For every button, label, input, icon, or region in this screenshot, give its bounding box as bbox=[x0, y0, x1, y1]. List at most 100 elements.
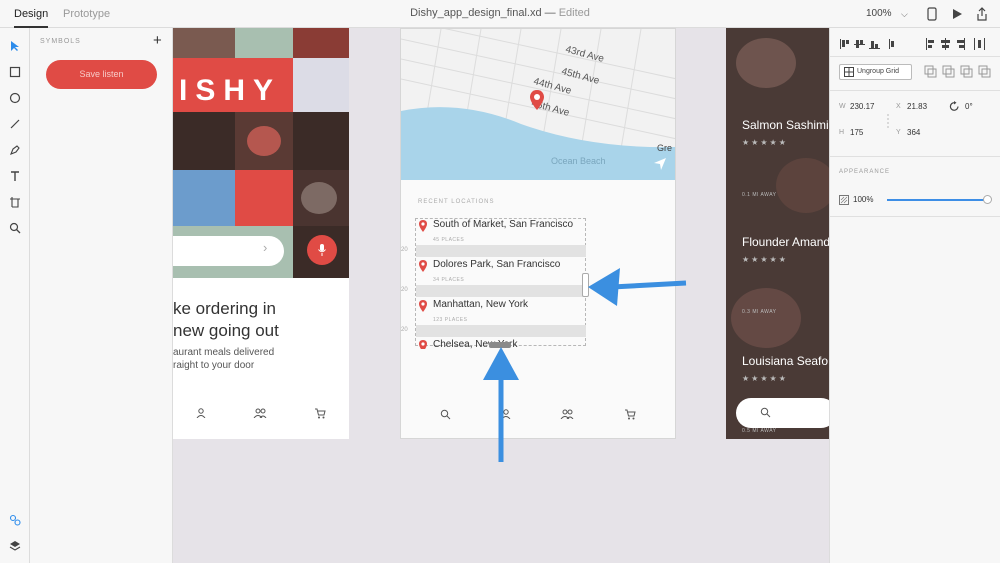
align-toolbar bbox=[839, 36, 915, 52]
row-resize-handle[interactable] bbox=[489, 342, 511, 348]
line-tool-icon[interactable] bbox=[7, 116, 23, 132]
rotate-icon bbox=[949, 101, 959, 111]
design-canvas[interactable]: ISHY › ke ordering in new going out aura… bbox=[173, 28, 829, 563]
star-rating: ★★★★★ bbox=[742, 255, 788, 264]
symbol-button-thumbnail[interactable]: Save listen bbox=[46, 60, 157, 89]
food-tile bbox=[293, 112, 349, 170]
gap-value: 20 bbox=[401, 327, 408, 333]
divider bbox=[830, 56, 1000, 57]
zoom-tool-icon[interactable] bbox=[7, 220, 23, 236]
map[interactable]: 43rd Ave 45th Ave 44th Ave 46th Ave Ocea… bbox=[401, 29, 675, 180]
opacity-slider-knob[interactable] bbox=[983, 195, 992, 204]
cart-icon[interactable] bbox=[314, 408, 326, 419]
opacity-value[interactable]: 100% bbox=[853, 195, 873, 204]
dish-name: Salmon Sashimi bbox=[742, 118, 829, 132]
width-label: W bbox=[839, 103, 846, 110]
search-field[interactable] bbox=[173, 236, 284, 266]
height-field[interactable]: 175 bbox=[850, 128, 863, 137]
dish-name: Louisiana Seafo bbox=[742, 354, 829, 368]
food-tile bbox=[235, 112, 293, 170]
bottom-nav bbox=[173, 403, 349, 423]
column-resize-handle[interactable] bbox=[582, 273, 589, 297]
artboard-locations[interactable]: 43rd Ave 45th Ave 44th Ave 46th Ave Ocea… bbox=[400, 28, 676, 439]
tool-bar bbox=[0, 28, 30, 563]
food-tile bbox=[173, 28, 235, 58]
artboard-dishes[interactable]: Salmon Sashimi ★★★★★ 0.1 MI AWAY Flounde… bbox=[726, 28, 829, 439]
align-icons[interactable] bbox=[839, 36, 915, 52]
add-symbol-icon[interactable]: + bbox=[153, 32, 162, 49]
boolean-ops-icons[interactable] bbox=[924, 65, 994, 79]
search-icon[interactable] bbox=[440, 409, 451, 420]
width-field[interactable]: 230.17 bbox=[850, 102, 874, 111]
microphone-button[interactable] bbox=[307, 235, 337, 265]
subheadline-line-1: aurant meals delivered bbox=[173, 347, 275, 358]
location-item[interactable]: Dolores Park, San Francisco 34 PLACES bbox=[416, 259, 586, 299]
profile-icon[interactable] bbox=[196, 408, 206, 418]
tab-design[interactable]: Design bbox=[14, 0, 49, 28]
pen-tool-icon[interactable] bbox=[7, 142, 23, 158]
text-tool-icon[interactable] bbox=[7, 168, 23, 184]
distribute-icons[interactable] bbox=[924, 36, 998, 52]
microphone-icon bbox=[318, 244, 326, 256]
location-item[interactable]: South of Market, San Francisco 45 PLACES bbox=[416, 219, 586, 259]
ungroup-grid-button[interactable]: Ungroup Grid bbox=[839, 64, 912, 80]
artboard-tool-icon[interactable] bbox=[7, 194, 23, 210]
x-field[interactable]: 21.83 bbox=[907, 102, 927, 111]
properties-panel: Ungroup Grid W 230.17 X 21.83 0° H 175 Y… bbox=[829, 28, 1000, 563]
rotation-field[interactable]: 0° bbox=[965, 102, 973, 111]
chevron-down-icon[interactable]: ⌵ bbox=[901, 0, 908, 28]
artboard-home[interactable]: ISHY › ke ordering in new going out aura… bbox=[173, 28, 349, 439]
food-tile bbox=[173, 170, 235, 226]
opacity-slider[interactable] bbox=[887, 199, 987, 201]
map-label: Gre bbox=[657, 143, 673, 153]
grid-gap[interactable] bbox=[416, 325, 586, 337]
food-tile bbox=[235, 170, 293, 226]
lock-aspect-icon[interactable] bbox=[886, 114, 890, 130]
play-icon[interactable] bbox=[949, 6, 965, 22]
window-title: Dishy_app_design_final.xd — Edited bbox=[0, 0, 1000, 26]
symbols-panel: SYMBOLS + Save listen bbox=[30, 28, 173, 563]
brand-wordmark: ISHY bbox=[179, 74, 282, 107]
star-rating: ★★★★★ bbox=[742, 138, 788, 147]
location-count: 45 PLACES bbox=[433, 237, 465, 243]
grid-gap[interactable] bbox=[416, 285, 586, 297]
assets-icon[interactable] bbox=[7, 512, 23, 528]
food-tile bbox=[293, 28, 349, 58]
food-photo bbox=[736, 38, 796, 88]
select-tool-icon[interactable] bbox=[7, 38, 23, 54]
file-name: Dishy_app_design_final.xd bbox=[410, 7, 542, 19]
top-bar: Design Prototype Dishy_app_design_final.… bbox=[0, 0, 1000, 28]
distribute-toolbar bbox=[924, 36, 998, 52]
location-name: South of Market, San Francisco bbox=[433, 219, 574, 230]
headline-line-2: new going out bbox=[173, 321, 279, 340]
map-pin-icon[interactable] bbox=[529, 89, 545, 111]
device-preview-icon[interactable] bbox=[924, 6, 940, 22]
people-icon[interactable] bbox=[560, 409, 574, 419]
grid-gap[interactable] bbox=[416, 245, 586, 257]
location-pin-icon bbox=[419, 300, 427, 312]
search-bar[interactable] bbox=[736, 398, 829, 428]
food-tile bbox=[293, 58, 349, 112]
location-pin-icon bbox=[419, 340, 427, 349]
opacity-icon bbox=[839, 195, 849, 205]
tab-prototype[interactable]: Prototype bbox=[63, 0, 110, 28]
layers-icon[interactable] bbox=[7, 538, 23, 554]
height-label: H bbox=[839, 129, 845, 136]
share-icon[interactable] bbox=[974, 6, 990, 22]
gap-value: 20 bbox=[401, 247, 408, 253]
profile-icon[interactable] bbox=[501, 409, 511, 419]
food-tile bbox=[235, 28, 293, 58]
y-field[interactable]: 364 bbox=[907, 128, 920, 137]
people-icon[interactable] bbox=[253, 408, 267, 418]
navigate-icon[interactable] bbox=[653, 157, 667, 171]
subheadline-line-2: raight to your door bbox=[173, 360, 255, 371]
rectangle-tool-icon[interactable] bbox=[7, 64, 23, 80]
headline-line-1: ke ordering in bbox=[173, 299, 277, 318]
chevron-right-icon: › bbox=[263, 240, 268, 255]
cart-icon[interactable] bbox=[624, 409, 636, 420]
ellipse-tool-icon[interactable] bbox=[7, 90, 23, 106]
x-label: X bbox=[896, 103, 901, 110]
location-item[interactable]: Manhattan, New York 123 PLACES bbox=[416, 299, 586, 339]
location-count: 34 PLACES bbox=[433, 277, 465, 283]
zoom-level[interactable]: 100% bbox=[866, 0, 892, 28]
